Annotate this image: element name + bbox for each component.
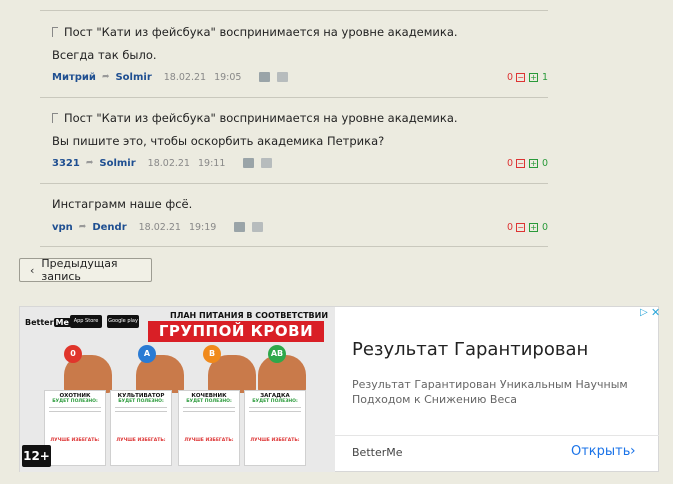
column-bad: ЛУЧШЕ ИЗБЕГАТЬ: — [184, 438, 234, 443]
comment-divider — [40, 246, 548, 247]
reply-arrow-icon: ➦ — [101, 72, 110, 82]
divider — [49, 411, 101, 412]
comment-time: 19:19 — [188, 221, 217, 233]
diet-column: КОЧЕВНИК БУДЕТ ПОЛЕЗНО: ЛУЧШЕ ИЗБЕГАТЬ: — [178, 390, 240, 466]
link-icon[interactable] — [277, 72, 289, 82]
ad-brand: BetterMe — [352, 446, 403, 459]
comment-date: 18.02.21 — [138, 221, 181, 233]
column-good: БУДЕТ ПОЛЕЗНО: — [186, 399, 232, 404]
minus-count: 0 — [507, 221, 514, 233]
ad-description: Результат Гарантирован Уникальным Научны… — [352, 378, 628, 406]
reply-arrow-icon: ➦ — [85, 158, 94, 168]
ad-divider — [335, 435, 659, 436]
comment-meta: Митрий ➦ Solmir 18.02.21 19:05 — [52, 70, 295, 84]
reply-icon[interactable] — [234, 222, 246, 232]
chevron-right-icon[interactable]: › — [630, 443, 636, 459]
plus-count: 0 — [542, 221, 549, 233]
comment-quote: Пост "Кати из фейсбука" воспринимается н… — [52, 25, 458, 39]
comment-votes: 0 − + 1 — [507, 70, 548, 84]
comment-divider — [40, 97, 548, 98]
plus-count: 1 — [542, 71, 549, 83]
comment-meta: vpn ➦ Dendr 18.02.21 19:19 — [52, 220, 270, 234]
previous-post-button[interactable]: ‹ Предыдущая запись — [19, 257, 152, 283]
ad-image[interactable]: Better Me App Store Google play ПЛАН ПИТА… — [20, 307, 335, 472]
vote-down-button[interactable]: − — [516, 72, 526, 82]
app-store-badge: App Store — [70, 315, 102, 328]
ad-banner[interactable]: Better Me App Store Google play ПЛАН ПИТА… — [19, 306, 660, 472]
column-good: БУДЕТ ПОЛЕЗНО: — [252, 399, 298, 404]
column-good: БУДЕТ ПОЛЕЗНО: — [52, 399, 98, 404]
diet-column: КУЛЬТИВАТОР БУДЕТ ПОЛЕЗНО: ЛУЧШЕ ИЗБЕГАТ… — [110, 390, 172, 466]
adchoices-icon[interactable]: ▷ — [640, 307, 648, 318]
vote-up-button[interactable]: + — [529, 72, 539, 82]
comment-date: 18.02.21 — [163, 71, 207, 83]
divider — [115, 411, 167, 412]
reply-to-link[interactable]: Solmir — [99, 158, 135, 169]
blood-type-badge: B — [203, 345, 221, 363]
reply-icon[interactable] — [243, 158, 255, 168]
close-icon[interactable]: ✕ — [651, 306, 660, 319]
blood-type-badge: AB — [268, 345, 286, 363]
comment-author-link[interactable]: vpn — [52, 222, 73, 233]
reply-to-link[interactable]: Dendr — [92, 222, 126, 233]
column-bad: ЛУЧШЕ ИЗБЕГАТЬ: — [250, 438, 300, 443]
logo-badge: Me — [53, 318, 71, 327]
ad-logo: Better Me — [25, 318, 71, 327]
comment-votes: 0 − + 0 — [507, 220, 548, 234]
comment-time: 19:05 — [214, 71, 242, 83]
comment-meta: 3321 ➦ Solmir 18.02.21 19:11 — [52, 156, 279, 170]
reply-arrow-icon: ➦ — [78, 222, 87, 232]
comment-time: 19:11 — [197, 157, 226, 169]
comment-text: Всегда так было. — [52, 48, 157, 62]
blood-type-badge: A — [138, 345, 156, 363]
quote-text: Пост "Кати из фейсбука" воспринимается н… — [64, 25, 458, 39]
vote-up-button[interactable]: + — [529, 158, 539, 168]
chevron-left-icon: ‹ — [30, 263, 35, 277]
column-good: БУДЕТ ПОЛЕЗНО: — [118, 399, 164, 404]
ad-open-button[interactable]: Открыть — [571, 444, 630, 459]
logo-text: Better — [25, 318, 54, 327]
quote-text: Пост "Кати из фейсбука" воспринимается н… — [64, 111, 458, 125]
divider — [49, 407, 101, 408]
column-bad: ЛУЧШЕ ИЗБЕГАТЬ: — [116, 438, 166, 443]
comment-divider — [40, 183, 548, 184]
link-icon[interactable] — [261, 158, 273, 168]
blood-type-badge: 0 — [64, 345, 82, 363]
vote-down-button[interactable]: − — [516, 158, 526, 168]
google-play-badge: Google play — [107, 315, 139, 328]
link-icon[interactable] — [252, 222, 264, 232]
reply-icon[interactable] — [259, 72, 271, 82]
divider — [249, 407, 301, 408]
vote-up-button[interactable]: + — [529, 222, 539, 232]
comment-quote: Пост "Кати из фейсбука" воспринимается н… — [52, 111, 458, 125]
minus-count: 0 — [507, 157, 514, 169]
comment-divider — [40, 10, 548, 11]
divider — [183, 407, 235, 408]
column-bad: ЛУЧШЕ ИЗБЕГАТЬ: — [50, 438, 100, 443]
comment-text: Вы пишите это, чтобы оскорбить академика… — [52, 134, 385, 148]
previous-post-label: Предыдущая запись — [41, 257, 118, 283]
comment-author-link[interactable]: 3321 — [52, 158, 80, 169]
ad-title[interactable]: Результат Гарантирован — [352, 339, 588, 360]
divider — [115, 407, 167, 408]
quote-icon — [52, 27, 58, 37]
age-rating-badge: 12+ — [22, 445, 51, 467]
comment-text: Инстаграмм наше фсё. — [52, 197, 193, 211]
comment-votes: 0 − + 0 — [507, 156, 548, 170]
ad-image-title: ГРУППОЙ КРОВИ — [148, 321, 324, 342]
plus-count: 0 — [542, 157, 549, 169]
divider — [249, 411, 301, 412]
comment-author-link[interactable]: Митрий — [52, 72, 96, 83]
vote-down-button[interactable]: − — [516, 222, 526, 232]
diet-column: ЗАГАДКА БУДЕТ ПОЛЕЗНО: ЛУЧШЕ ИЗБЕГАТЬ: — [244, 390, 306, 466]
minus-count: 0 — [507, 71, 514, 83]
quote-icon — [52, 113, 58, 123]
comment-date: 18.02.21 — [147, 157, 190, 169]
diet-column: ОХОТНИК БУДЕТ ПОЛЕЗНО: ЛУЧШЕ ИЗБЕГАТЬ: — [44, 390, 106, 466]
reply-to-link[interactable]: Solmir — [115, 72, 151, 83]
divider — [183, 411, 235, 412]
